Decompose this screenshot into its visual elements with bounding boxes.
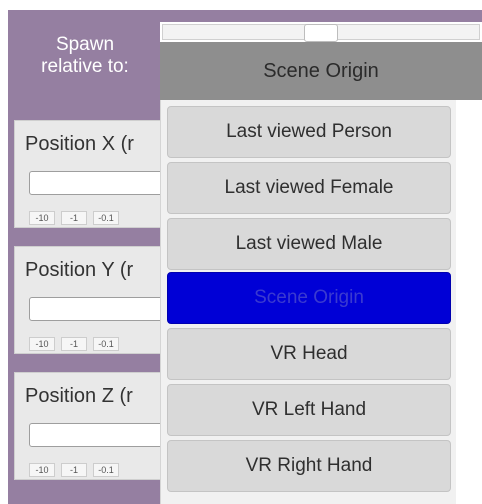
- spawn-dropdown[interactable]: Scene Origin: [160, 42, 482, 100]
- position-y-slider[interactable]: [29, 297, 165, 321]
- position-x-title: Position X (r: [25, 133, 134, 155]
- dropdown-options-scrollbar[interactable]: [456, 100, 482, 504]
- position-z-slider[interactable]: [29, 423, 165, 447]
- option-vr-head[interactable]: VR Head: [167, 328, 451, 380]
- spawn-label-line2: relative to:: [41, 56, 129, 77]
- position-z-section: Position Z (r -10 -1 -0.1: [14, 372, 175, 480]
- option-last-viewed-male[interactable]: Last viewed Male: [167, 218, 451, 270]
- position-y-step-minus01[interactable]: -0.1: [93, 337, 119, 351]
- position-y-title: Position Y (r: [25, 259, 134, 281]
- position-x-section: Position X (r -10 -1 -0.1: [14, 120, 165, 228]
- option-last-viewed-female[interactable]: Last viewed Female: [167, 162, 451, 214]
- position-z-title: Position Z (r: [25, 385, 133, 407]
- option-label: VR Left Hand: [251, 399, 367, 420]
- option-label: VR Head: [270, 343, 348, 364]
- option-label: Last viewed Female: [224, 177, 394, 198]
- option-last-viewed-person[interactable]: Last viewed Person: [167, 106, 451, 158]
- position-x-step-minus10[interactable]: -10: [29, 211, 55, 225]
- spawn-dropdown-value: Scene Origin: [263, 59, 379, 82]
- position-y-step-minus1[interactable]: -1: [61, 337, 87, 351]
- position-x-step-minus01[interactable]: -0.1: [93, 211, 119, 225]
- spawn-relative-label: Spawn relative to:: [10, 34, 160, 78]
- option-label: Last viewed Person: [226, 121, 392, 142]
- position-z-step-minus01[interactable]: -0.1: [93, 463, 119, 477]
- option-vr-left-hand[interactable]: VR Left Hand: [167, 384, 451, 436]
- position-x-step-minus1[interactable]: -1: [61, 211, 87, 225]
- option-label: VR Right Hand: [245, 455, 373, 476]
- position-y-section: Position Y (r -10 -1 -0.1: [14, 246, 165, 354]
- spawn-label-line1: Spawn: [55, 34, 115, 55]
- position-x-slider[interactable]: [29, 171, 165, 195]
- position-z-step-minus1[interactable]: -1: [61, 463, 87, 477]
- position-y-step-minus10[interactable]: -10: [29, 337, 55, 351]
- option-label: Last viewed Male: [235, 233, 383, 254]
- option-vr-right-hand[interactable]: VR Right Hand: [167, 440, 451, 492]
- option-label: Scene Origin: [254, 287, 364, 308]
- option-scene-origin[interactable]: Scene Origin: [167, 272, 451, 324]
- spawn-slider-handle[interactable]: [304, 24, 338, 42]
- position-z-step-minus10[interactable]: -10: [29, 463, 55, 477]
